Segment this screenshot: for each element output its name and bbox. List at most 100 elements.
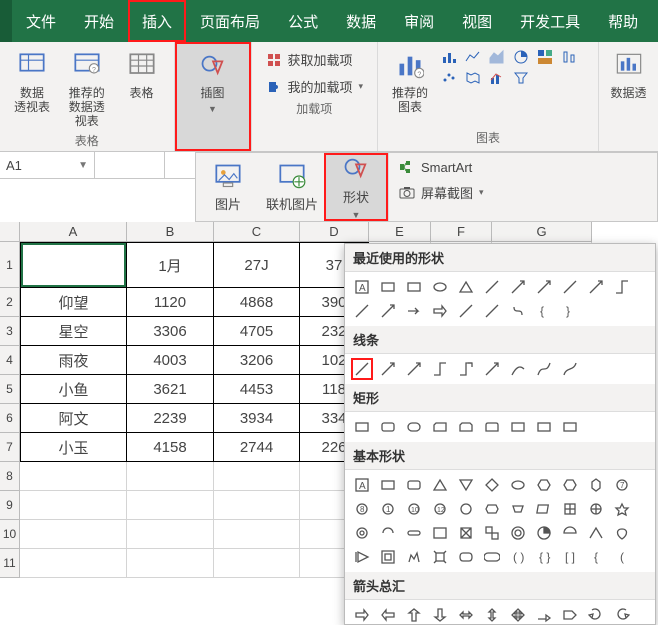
tab-file[interactable]: 文件	[12, 0, 70, 42]
row-header[interactable]: 9	[0, 491, 20, 520]
shape-item[interactable]: [ ]	[561, 548, 579, 566]
shape-item[interactable]	[483, 476, 501, 494]
col-header-D[interactable]: D	[300, 222, 369, 242]
cell[interactable]: 阿文	[20, 404, 127, 433]
line-chart-icon[interactable]	[464, 48, 482, 66]
shape-item[interactable]	[353, 548, 371, 566]
shape-item[interactable]	[457, 302, 475, 320]
shape-item[interactable]	[379, 302, 397, 320]
shape-item[interactable]	[483, 500, 501, 518]
shape-item[interactable]	[431, 476, 449, 494]
cell[interactable]	[127, 491, 214, 520]
shape-item[interactable]	[353, 524, 371, 542]
shape-item[interactable]: ( )	[509, 548, 527, 566]
shape-item[interactable]	[613, 606, 631, 624]
bar-chart-icon[interactable]	[440, 48, 458, 66]
shape-item[interactable]	[405, 606, 423, 624]
shape-item[interactable]	[561, 500, 579, 518]
shape-item[interactable]	[379, 476, 397, 494]
get-addins-button[interactable]: 获取加载项	[266, 50, 364, 69]
tab-view[interactable]: 视图	[448, 0, 506, 42]
shape-item[interactable]	[587, 524, 605, 542]
shape-item[interactable]	[509, 500, 527, 518]
tab-help[interactable]: 帮助	[594, 0, 652, 42]
cell[interactable]	[127, 520, 214, 549]
cell[interactable]: 小鱼	[20, 375, 127, 404]
shape-item[interactable]	[457, 476, 475, 494]
cell[interactable]	[214, 520, 300, 549]
shape-item[interactable]	[379, 524, 397, 542]
shape-item[interactable]	[561, 360, 579, 378]
pie-chart-icon[interactable]	[512, 48, 530, 66]
row-header[interactable]: 8	[0, 462, 20, 491]
shape-item[interactable]	[613, 500, 631, 518]
cell[interactable]: 1120	[127, 288, 214, 317]
cell[interactable]	[20, 491, 127, 520]
cell[interactable]: 仰望	[20, 288, 127, 317]
shape-item[interactable]	[509, 606, 527, 624]
cell[interactable]	[20, 520, 127, 549]
shape-item[interactable]	[353, 302, 371, 320]
shape-item[interactable]	[379, 278, 397, 296]
combo-chart-icon[interactable]	[488, 69, 506, 87]
shape-item[interactable]	[613, 278, 631, 296]
cell[interactable]	[214, 462, 300, 491]
scatter-chart-icon[interactable]	[440, 69, 458, 87]
cell[interactable]: 1月	[127, 242, 214, 288]
sparkline-button[interactable]: 数据透	[605, 46, 653, 104]
cell[interactable]: 3306	[127, 317, 214, 346]
cell[interactable]: 2744	[214, 433, 300, 462]
tab-data[interactable]: 数据	[332, 0, 390, 42]
cell[interactable]: 3621	[127, 375, 214, 404]
shape-item[interactable]	[483, 360, 501, 378]
shape-item[interactable]	[483, 606, 501, 624]
tab-dev[interactable]: 开发工具	[506, 0, 594, 42]
tab-insert[interactable]: 插入	[128, 0, 186, 42]
shape-item[interactable]	[483, 302, 501, 320]
area-chart-icon[interactable]	[488, 48, 506, 66]
select-all-corner[interactable]	[0, 222, 20, 242]
col-header-C[interactable]: C	[214, 222, 300, 242]
shape-item[interactable]	[509, 476, 527, 494]
shape-item[interactable]	[431, 418, 449, 436]
cell[interactable]: 4158	[127, 433, 214, 462]
map-chart-icon[interactable]	[464, 69, 482, 87]
shape-item[interactable]: 8	[353, 500, 371, 518]
cell[interactable]	[20, 549, 127, 578]
shape-item[interactable]: }	[561, 302, 579, 320]
shape-item[interactable]	[561, 418, 579, 436]
shape-item[interactable]	[405, 418, 423, 436]
shape-item[interactable]	[353, 418, 371, 436]
illustrations-button[interactable]: 插图 ▼	[189, 46, 237, 118]
row-header[interactable]: 10	[0, 520, 20, 549]
tab-review[interactable]: 审阅	[390, 0, 448, 42]
shape-item[interactable]	[405, 360, 423, 378]
shape-item[interactable]	[405, 302, 423, 320]
tab-home[interactable]: 开始	[70, 0, 128, 42]
shape-item[interactable]	[405, 476, 423, 494]
shape-item[interactable]	[509, 524, 527, 542]
shape-item[interactable]	[587, 476, 605, 494]
shape-item[interactable]	[379, 548, 397, 566]
shape-item[interactable]	[509, 302, 527, 320]
shape-item[interactable]	[561, 606, 579, 624]
cell[interactable]	[20, 242, 127, 288]
shape-item[interactable]	[587, 606, 605, 624]
chevron-down-icon[interactable]: ▼	[78, 160, 88, 171]
shape-item[interactable]	[405, 524, 423, 542]
stat-chart-icon[interactable]	[560, 48, 578, 66]
cell[interactable]: 3934	[214, 404, 300, 433]
shape-item[interactable]	[535, 524, 553, 542]
cell[interactable]	[214, 491, 300, 520]
shape-item[interactable]: { }	[535, 548, 553, 566]
shape-item[interactable]: {	[535, 302, 553, 320]
col-header-A[interactable]: A	[20, 222, 127, 242]
my-addins-button[interactable]: 我的加载项 ▾	[266, 77, 364, 96]
shape-item[interactable]	[457, 360, 475, 378]
row-header[interactable]: 6	[0, 404, 20, 433]
shape-item[interactable]	[405, 278, 423, 296]
shape-item[interactable]: A	[353, 278, 371, 296]
row-header[interactable]: 4	[0, 346, 20, 375]
cell[interactable]: 雨夜	[20, 346, 127, 375]
shape-item[interactable]	[483, 418, 501, 436]
